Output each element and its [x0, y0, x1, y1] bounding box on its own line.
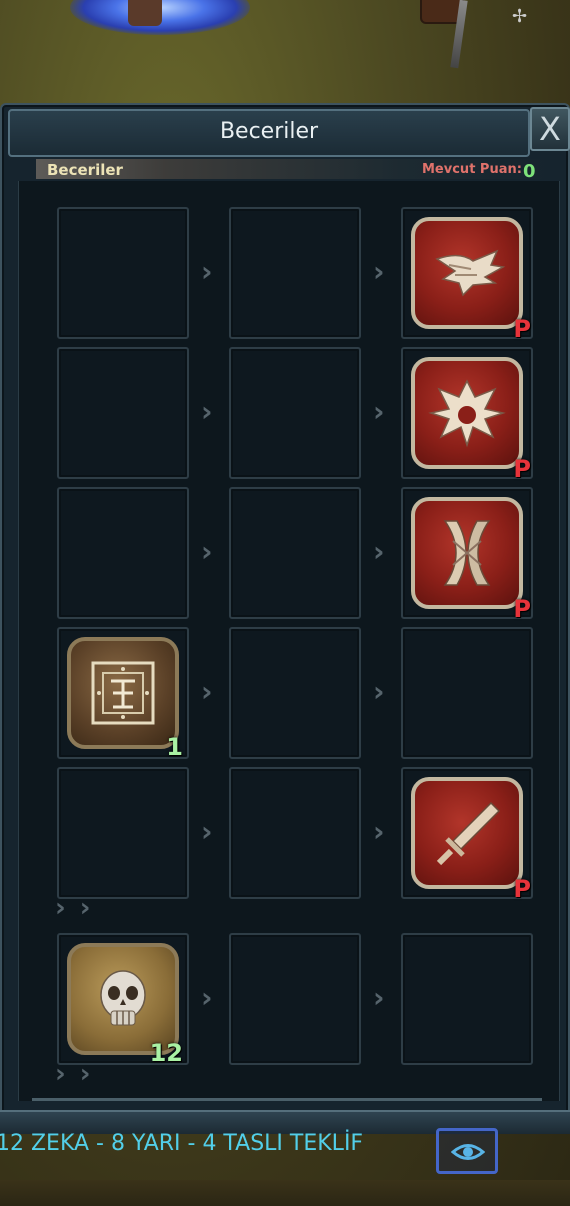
chevron-right-icon: ›: [201, 815, 213, 848]
sword-skill-icon[interactable]: [411, 777, 523, 889]
available-points-value: 0: [523, 161, 536, 182]
bird-icon: ✢: [512, 6, 528, 27]
skill-level-badge: 12: [149, 1039, 183, 1067]
skill-slot-r3c2[interactable]: [229, 487, 361, 619]
skill-level-badge: 1: [166, 733, 183, 761]
skill-slot-r1c2[interactable]: [229, 207, 361, 339]
chevron-right-icon: ›: [201, 255, 213, 288]
skill-slot-r6c3[interactable]: [401, 933, 533, 1065]
chevron-right-icon: ›: [201, 535, 213, 568]
passive-badge: P: [513, 595, 531, 623]
skill-slot-r3c3[interactable]: P: [401, 487, 533, 623]
window-title: Beceriler: [219, 119, 319, 144]
passive-badge: P: [513, 875, 531, 903]
passive-badge: P: [513, 315, 531, 343]
view-toggle-button[interactable]: [436, 1128, 498, 1174]
chevron-right-icon: ›: [373, 675, 385, 708]
available-points-label: Mevcut Puan:: [422, 162, 522, 177]
skill-slot-r6c1[interactable]: 12: [57, 933, 189, 1067]
skill-slot-r4c1[interactable]: 1: [57, 627, 189, 761]
skill-slot-r4c2[interactable]: [229, 627, 361, 759]
chevron-right-icon: ›: [373, 535, 385, 568]
skill-tree-panel: › › P › › P › › P 1 › › › › P ›› 12 › › …: [18, 181, 560, 1101]
chevron-right-icon: ›: [201, 395, 213, 428]
close-button[interactable]: X: [530, 107, 570, 151]
passive-badge: P: [513, 455, 531, 483]
skill-slot-r1c3[interactable]: P: [401, 207, 533, 343]
skill-slot-r5c3[interactable]: P: [401, 767, 533, 903]
rune-scroll-skill-icon[interactable]: [67, 637, 179, 749]
section-label: Beceriler: [47, 161, 123, 179]
skill-slot-r2c2[interactable]: [229, 347, 361, 479]
skill-slot-r5c2[interactable]: [229, 767, 361, 899]
chevron-right-icon: ›: [373, 815, 385, 848]
panel-footer-divider: [32, 1098, 542, 1101]
skill-slot-r1c1[interactable]: [57, 207, 189, 339]
chat-message: 12 ZEKA - 8 YARI - 4 TASLI TEKLİF: [0, 1131, 364, 1156]
window-titlebar[interactable]: Beceriler: [8, 109, 530, 157]
chevron-right-icon: ›: [373, 255, 385, 288]
skills-window: Beceriler X Beceriler Mevcut Puan: 0 › ›…: [0, 103, 570, 1131]
eagle-emblem-skill-icon[interactable]: [411, 357, 523, 469]
character-figure: [128, 0, 162, 26]
chevron-right-icon: ›: [373, 395, 385, 428]
skill-slot-r5c1[interactable]: [57, 767, 189, 899]
wings-skill-icon[interactable]: [411, 217, 523, 329]
eye-icon: [451, 1144, 485, 1160]
ground-strip: [0, 1180, 570, 1206]
skill-slot-r2c1[interactable]: [57, 347, 189, 479]
skill-slot-r3c1[interactable]: [57, 487, 189, 619]
tier-separator-arrows: ››: [55, 893, 105, 923]
skill-slot-r4c3[interactable]: [401, 627, 533, 759]
crossed-blades-skill-icon[interactable]: [411, 497, 523, 609]
tier-separator-arrows: ››: [55, 1059, 105, 1089]
chevron-right-icon: ›: [373, 981, 385, 1014]
skill-slot-r2c3[interactable]: P: [401, 347, 533, 483]
skill-slot-r6c2[interactable]: [229, 933, 361, 1065]
chevron-right-icon: ›: [201, 675, 213, 708]
chevron-right-icon: ›: [201, 981, 213, 1014]
